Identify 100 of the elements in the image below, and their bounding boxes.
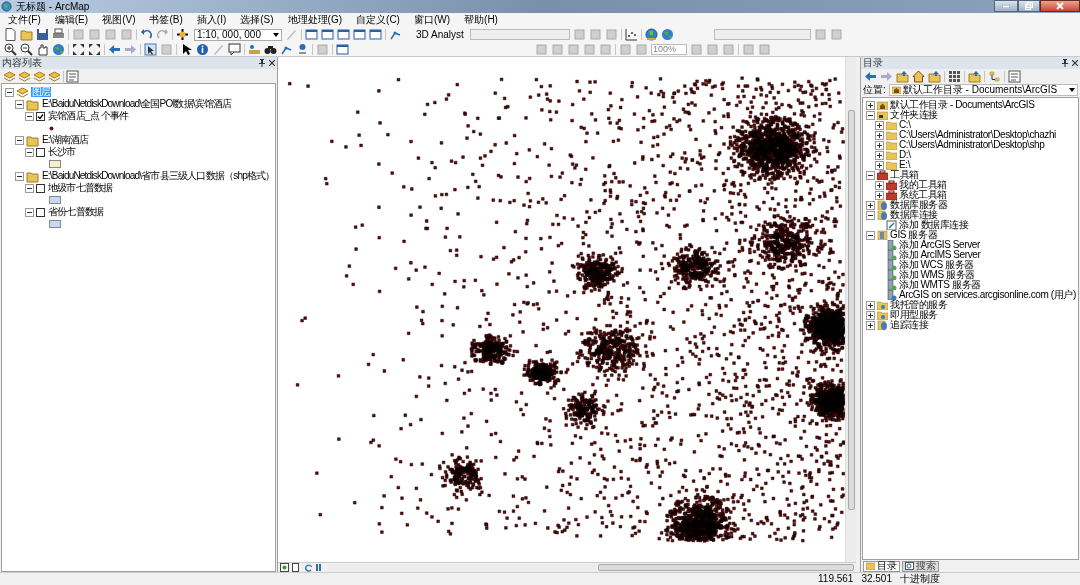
expand-icon[interactable] bbox=[875, 140, 884, 150]
expand-icon[interactable] bbox=[875, 120, 884, 130]
expand-icon[interactable] bbox=[875, 150, 884, 160]
layer-name[interactable]: E:\BaiduNetdiskDownload\全国POI数据\宾馆酒店 bbox=[41, 99, 233, 109]
select-features-icon[interactable] bbox=[144, 42, 157, 56]
toolbox-window-icon[interactable] bbox=[353, 28, 366, 41]
collapse-icon[interactable] bbox=[25, 147, 34, 157]
catalog-item[interactable]: 追踪连接 bbox=[890, 320, 929, 330]
minimize-button[interactable] bbox=[994, 0, 1018, 12]
back-icon[interactable] bbox=[108, 42, 121, 56]
vertical-scrollbar[interactable] bbox=[845, 57, 856, 562]
collapse-icon[interactable] bbox=[5, 87, 14, 97]
checkbox[interactable] bbox=[36, 147, 45, 157]
catalog-item[interactable]: C:\Users\Administrator\Desktop\chazhi bbox=[899, 130, 1056, 140]
expand-icon[interactable] bbox=[875, 130, 884, 140]
pan-icon[interactable] bbox=[36, 42, 49, 56]
menu-item[interactable]: 文件(F) bbox=[2, 13, 47, 27]
back-icon[interactable] bbox=[864, 69, 877, 83]
collapse-icon[interactable] bbox=[866, 170, 875, 180]
home-icon[interactable] bbox=[912, 69, 925, 83]
catalog-item[interactable]: E:\ bbox=[899, 160, 911, 170]
location-combo[interactable]: 默认工作目录 - Documents\ArcGIS bbox=[888, 84, 1078, 96]
zoom-in-icon[interactable] bbox=[4, 42, 17, 56]
scale-combo[interactable]: 1:10, 000, 000 bbox=[194, 28, 282, 41]
table-window-icon[interactable] bbox=[305, 28, 318, 41]
expand-icon[interactable] bbox=[866, 200, 875, 210]
expand-icon[interactable] bbox=[875, 180, 884, 190]
catalog-item[interactable]: 添加 WMS 服务器 bbox=[899, 270, 975, 280]
html-popup-icon[interactable] bbox=[228, 42, 241, 56]
globe-icon[interactable] bbox=[660, 28, 674, 41]
catalog-item[interactable]: 我托管的服务 bbox=[890, 300, 948, 310]
catalog-item[interactable]: 添加 ArcIMS Server bbox=[899, 250, 981, 260]
save-icon[interactable] bbox=[36, 28, 49, 41]
expand-icon[interactable] bbox=[875, 190, 884, 200]
expand-icon[interactable] bbox=[866, 300, 875, 310]
add-data-icon[interactable] bbox=[176, 28, 189, 41]
catalog-item[interactable]: 系统工具箱 bbox=[899, 190, 947, 200]
catalog-item[interactable]: GIS 服务器 bbox=[890, 230, 938, 240]
catalog-item[interactable]: ArcGIS on services.arcgisonline.com (用户) bbox=[899, 290, 1076, 300]
catalog-item[interactable]: 我的工具箱 bbox=[899, 180, 947, 190]
up-one-level-icon[interactable] bbox=[896, 69, 909, 83]
catalog-item[interactable]: 默认工作目录 - Documents\ArcGIS bbox=[890, 100, 1035, 110]
collapse-icon[interactable] bbox=[866, 230, 875, 240]
layer-name[interactable]: E:\BaiduNetdiskDownload\省市县三级人口数据（shp格式） bbox=[41, 171, 276, 181]
checkbox[interactable] bbox=[36, 183, 45, 193]
catalog-item[interactable]: 工具箱 bbox=[890, 170, 919, 180]
catalog-item[interactable]: D:\ bbox=[899, 150, 911, 160]
collapse-icon[interactable] bbox=[15, 135, 24, 145]
python-window-icon[interactable] bbox=[369, 28, 382, 41]
catalog-window-icon[interactable] bbox=[321, 28, 334, 41]
menu-item[interactable]: 帮助(H) bbox=[458, 13, 504, 27]
close-icon[interactable] bbox=[1072, 60, 1078, 66]
identify-icon[interactable] bbox=[196, 42, 209, 56]
catalog-item[interactable]: C:\Users\Administrator\Desktop\shp bbox=[899, 140, 1045, 150]
options-icon[interactable] bbox=[1008, 69, 1021, 83]
undo-icon[interactable] bbox=[140, 28, 153, 41]
pin-icon[interactable] bbox=[259, 59, 265, 67]
menu-item[interactable]: 选择(S) bbox=[234, 13, 280, 27]
globe-icon[interactable] bbox=[644, 28, 658, 41]
maximize-button[interactable] bbox=[1018, 0, 1040, 12]
collapse-icon[interactable] bbox=[25, 207, 34, 217]
checked-checkbox[interactable] bbox=[36, 111, 45, 121]
expand-icon[interactable] bbox=[866, 320, 875, 330]
expand-icon[interactable] bbox=[875, 160, 884, 170]
catalog-item[interactable]: 添加 WMTS 服务器 bbox=[899, 280, 981, 290]
catalog-item[interactable]: 数据库服务器 bbox=[890, 200, 948, 210]
close-icon[interactable] bbox=[269, 60, 275, 66]
create-viewer-icon[interactable] bbox=[336, 42, 349, 56]
layer-name[interactable]: 地级市七普数据 bbox=[47, 183, 114, 193]
collapse-icon[interactable] bbox=[15, 99, 24, 109]
list-by-selection-icon[interactable] bbox=[48, 69, 61, 83]
options-icon[interactable] bbox=[66, 69, 79, 83]
panel-tab[interactable]: 搜索 bbox=[902, 560, 939, 572]
toggle-contents-icon[interactable] bbox=[928, 69, 941, 83]
menu-item[interactable]: 编辑(E) bbox=[48, 13, 95, 27]
layer-name[interactable]: 宾馆酒店_点 个事件 bbox=[47, 111, 130, 121]
panel-tab[interactable]: 目录 bbox=[863, 560, 900, 572]
collapse-icon[interactable] bbox=[866, 210, 875, 220]
fixed-zoom-in-icon[interactable] bbox=[72, 42, 85, 56]
zoom-out-icon[interactable] bbox=[20, 42, 33, 56]
menu-item[interactable]: 书签(B) bbox=[143, 13, 189, 27]
full-extent-icon[interactable] bbox=[52, 42, 65, 56]
pause-icon[interactable] bbox=[315, 564, 322, 571]
data-view-icon[interactable] bbox=[280, 563, 289, 572]
print-icon[interactable] bbox=[52, 28, 65, 41]
layout-view-icon[interactable] bbox=[291, 563, 300, 572]
menu-item[interactable]: 自定义(C) bbox=[350, 13, 406, 27]
list-by-visibility-icon[interactable] bbox=[33, 69, 46, 83]
catalog-item[interactable]: C:\ bbox=[899, 120, 911, 130]
collapse-icon[interactable] bbox=[25, 111, 34, 121]
catalog-item[interactable]: 即用型服务 bbox=[890, 310, 938, 320]
pin-icon[interactable] bbox=[1062, 59, 1068, 67]
catalog-item[interactable]: 添加 WCS 服务器 bbox=[899, 260, 974, 270]
collapse-icon[interactable] bbox=[25, 183, 34, 193]
refresh-icon[interactable] bbox=[305, 563, 313, 572]
menu-item[interactable]: 地理处理(G) bbox=[281, 13, 349, 27]
catalog-item[interactable]: 文件夹连接 bbox=[890, 110, 938, 120]
connect-folder-icon[interactable] bbox=[968, 69, 981, 83]
layer-name[interactable]: 省份七普数据 bbox=[47, 207, 105, 217]
expand-icon[interactable] bbox=[866, 310, 875, 320]
